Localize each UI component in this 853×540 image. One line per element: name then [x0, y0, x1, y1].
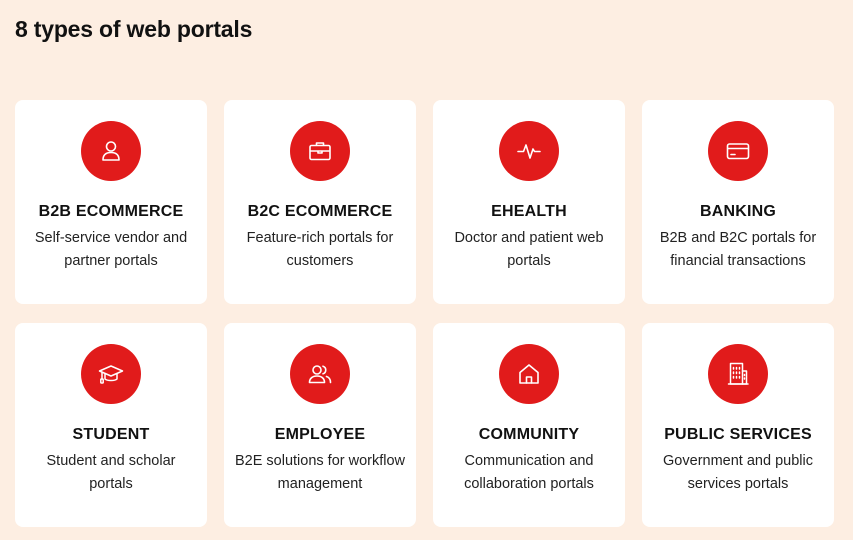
user-icon [81, 121, 141, 181]
graduation-cap-icon [81, 344, 141, 404]
card-title: STUDENT [72, 426, 150, 443]
card-employee: EMPLOYEE B2E solutions for workflow mana… [224, 323, 416, 527]
card-description: B2B and B2C portals for financial transa… [659, 230, 817, 269]
card-description: Doctor and patient web portals [454, 230, 604, 269]
card-description: Government and public services portals [663, 453, 813, 492]
card-ehealth: EHEALTH Doctor and patient web portals [433, 100, 625, 304]
card-title: PUBLIC SERVICES [664, 426, 812, 443]
card-b2c-ecommerce: B2C ECOMMERCE Feature-rich portals for c… [224, 100, 416, 304]
credit-card-icon [708, 121, 768, 181]
card-title: B2B ECOMMERCE [38, 203, 184, 220]
card-description: B2E solutions for workflow management [234, 453, 406, 492]
card-title: EMPLOYEE [274, 426, 366, 443]
card-public-services: PUBLIC SERVICES Government and public se… [642, 323, 834, 527]
card-banking: BANKING B2B and B2C portals for financia… [642, 100, 834, 304]
card-title: COMMUNITY [478, 426, 580, 443]
portal-types-grid: B2B ECOMMERCE Self-service vendor and pa… [15, 100, 834, 527]
card-description: Communication and collaboration portals [464, 453, 594, 492]
card-description: Feature-rich portals for customers [246, 230, 394, 269]
card-title: BANKING [699, 203, 777, 220]
card-title: B2C ECOMMERCE [247, 203, 393, 220]
heartbeat-icon [499, 121, 559, 181]
card-b2b-ecommerce: B2B ECOMMERCE Self-service vendor and pa… [15, 100, 207, 304]
briefcase-icon [290, 121, 350, 181]
home-icon [499, 344, 559, 404]
card-title: EHEALTH [491, 203, 567, 220]
users-icon [290, 344, 350, 404]
card-description: Student and scholar portals [46, 453, 176, 492]
card-community: COMMUNITY Communication and collaboratio… [433, 323, 625, 527]
card-student: STUDENT Student and scholar portals [15, 323, 207, 527]
card-description: Self-service vendor and partner portals [34, 230, 188, 269]
page-title: 8 types of web portals [15, 16, 253, 42]
building-icon [708, 344, 768, 404]
